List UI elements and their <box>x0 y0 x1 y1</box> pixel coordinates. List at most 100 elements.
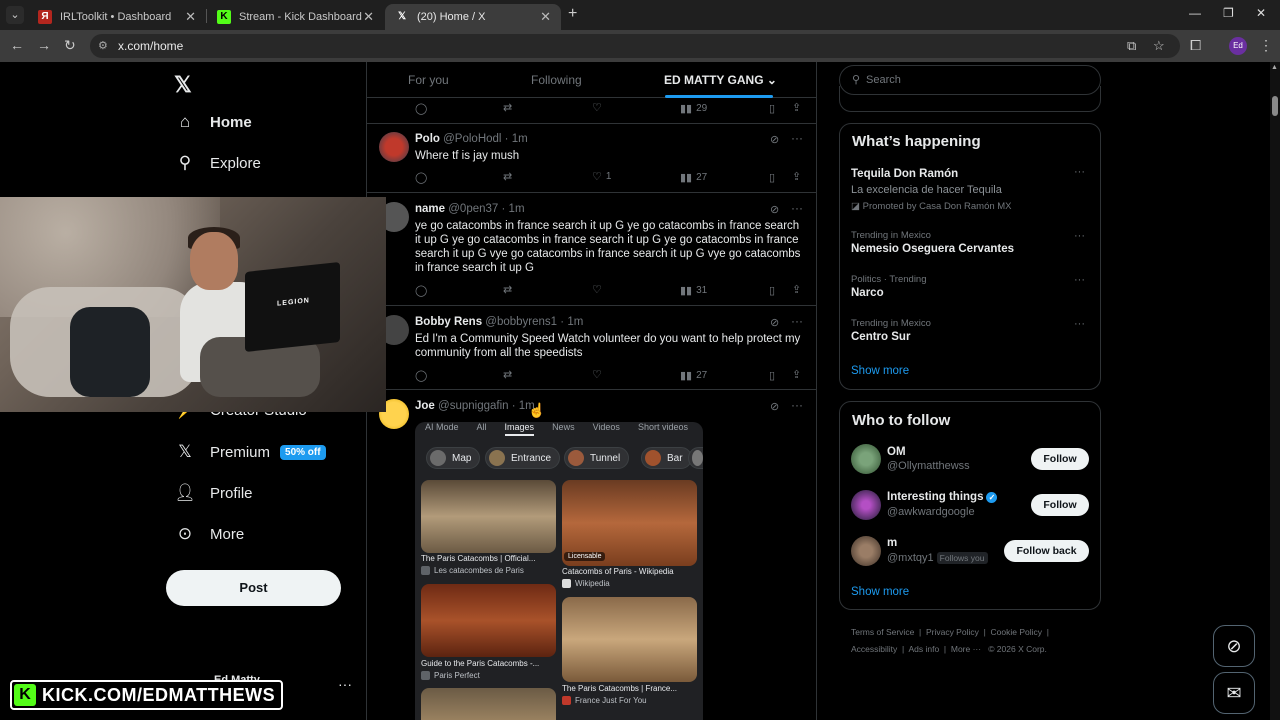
views-stat[interactable]: ▮▮ 31 <box>680 284 707 297</box>
account-more-icon[interactable]: ··· <box>338 676 352 692</box>
scrollbar-thumb[interactable] <box>1272 96 1278 116</box>
bookmark-icon[interactable]: ▯ <box>769 369 775 382</box>
grok-icon[interactable]: ⊘ <box>770 316 779 329</box>
retweet-icon[interactable]: ⇄ <box>503 170 512 183</box>
site-info-icon[interactable]: ⚙ <box>98 39 108 52</box>
maximize-icon[interactable]: ❐ <box>1223 6 1234 20</box>
trend-more-icon[interactable]: ··· <box>1074 166 1085 178</box>
nav-profile[interactable]: 👤︎ Profile <box>174 483 252 503</box>
tab-following[interactable]: Following <box>531 73 582 87</box>
reply-icon[interactable]: ◯ <box>415 171 427 184</box>
install-app-icon[interactable]: ⧉ <box>1127 38 1136 54</box>
grok-icon[interactable]: ⊘ <box>770 133 779 146</box>
retweet-icon[interactable]: ⇄ <box>503 368 512 381</box>
scrollbar[interactable] <box>1270 62 1280 720</box>
x-logo-icon[interactable]: 𝕏 <box>174 72 192 98</box>
footer-accessibility-link[interactable]: Accessibility <box>851 644 897 654</box>
tweet-author[interactable]: name <box>415 203 445 215</box>
avatar[interactable] <box>851 444 881 474</box>
trend-more-icon[interactable]: ··· <box>1074 274 1085 286</box>
suggestion-name[interactable]: Interesting things ✓ <box>887 491 998 503</box>
tweet-handle[interactable]: @PoloHodl <box>443 133 501 145</box>
tweet[interactable]: Bobby Rens @bobbyrens1 · 1m ⊘ ··· Ed I'm… <box>367 306 816 390</box>
browser-tab-kick[interactable]: K Stream - Kick Dashboard ✕ <box>207 4 384 30</box>
bookmark-icon[interactable]: ▯ <box>769 171 775 184</box>
tweet-time[interactable]: 1m <box>509 203 525 215</box>
close-tab-icon[interactable]: ✕ <box>185 9 196 25</box>
tweet-time[interactable]: 1m <box>512 133 528 145</box>
grok-icon[interactable]: ⊘ <box>770 400 779 413</box>
trend-name[interactable]: Narco <box>851 287 884 299</box>
tab-ed-matty-gang[interactable]: ED MATTY GANG ⌄ <box>664 73 777 87</box>
tweet-handle[interactable]: @supniggafin <box>438 400 509 412</box>
suggestion-handle[interactable]: @Ollymatthewss <box>887 460 970 472</box>
trends-show-more-link[interactable]: Show more <box>851 365 909 377</box>
trend-name[interactable]: Tequila Don Ramón <box>851 168 958 180</box>
footer-privacy-link[interactable]: Privacy Policy <box>926 627 979 637</box>
browser-profile-avatar[interactable]: Ed <box>1229 37 1247 55</box>
like-icon[interactable]: ♡ <box>592 368 602 381</box>
tweet-handle[interactable]: @0pen37 <box>448 203 498 215</box>
suggestion-handle[interactable]: @mxtqy1 Follows you <box>887 552 988 564</box>
follow-back-button[interactable]: Follow back <box>1004 540 1089 562</box>
trend-more-icon[interactable]: ··· <box>1074 318 1085 330</box>
share-icon[interactable]: ⇪ <box>792 101 801 114</box>
close-tab-icon[interactable]: ✕ <box>363 9 374 25</box>
grok-fab-button[interactable]: ⊘ <box>1213 625 1255 667</box>
tweet-author[interactable]: Joe <box>415 400 435 412</box>
like-icon[interactable]: ♡ <box>592 283 602 296</box>
follow-show-more-link[interactable]: Show more <box>851 586 909 598</box>
tab-for-you[interactable]: For you <box>408 73 449 87</box>
reply-icon[interactable]: ◯ <box>415 102 427 115</box>
bookmark-icon[interactable]: ▯ <box>769 284 775 297</box>
nav-home[interactable]: ⌂ Home <box>174 112 252 132</box>
bookmark-star-icon[interactable]: ☆ <box>1153 38 1165 54</box>
share-icon[interactable]: ⇪ <box>792 170 801 183</box>
tweet-time[interactable]: 1m <box>567 316 583 328</box>
trend-name[interactable]: Nemesio Oseguera Cervantes <box>851 243 1014 255</box>
close-tab-icon[interactable]: ✕ <box>540 9 551 25</box>
more-icon[interactable]: ··· <box>791 131 803 145</box>
messages-fab-button[interactable]: ✉ <box>1213 672 1255 714</box>
avatar[interactable] <box>851 490 881 520</box>
views-stat[interactable]: ▮▮ 29 <box>680 102 707 115</box>
suggestion-name[interactable]: m <box>887 537 897 549</box>
views-stat[interactable]: ▮▮ 27 <box>680 171 707 184</box>
more-icon[interactable]: ··· <box>791 314 803 328</box>
views-stat[interactable]: ▮▮ 27 <box>680 369 707 382</box>
nav-explore[interactable]: ⚲ Explore <box>174 153 261 173</box>
tweet-author[interactable]: Bobby Rens <box>415 316 482 328</box>
footer-ads-link[interactable]: Ads info <box>908 644 939 654</box>
tweet-author[interactable]: Polo <box>415 133 440 145</box>
avatar[interactable] <box>851 536 881 566</box>
tweet-handle[interactable]: @bobbyrens1 <box>485 316 557 328</box>
footer-terms-link[interactable]: Terms of Service <box>851 627 914 637</box>
reply-icon[interactable]: ◯ <box>415 284 427 297</box>
like-stat[interactable]: ♡ 1 <box>592 170 611 183</box>
bookmark-icon[interactable]: ▯ <box>769 102 775 115</box>
tab-list-button[interactable]: ⌄ <box>6 6 24 24</box>
nav-premium[interactable]: 𝕏 Premium 50% off <box>174 442 326 462</box>
share-icon[interactable]: ⇪ <box>792 283 801 296</box>
post-button[interactable]: Post <box>166 570 341 606</box>
minimize-icon[interactable]: — <box>1189 6 1201 20</box>
like-icon[interactable]: ♡ <box>592 101 602 114</box>
nav-more[interactable]: ⊙ More <box>174 524 244 544</box>
suggestion-handle[interactable]: @awkwardgoogle <box>887 506 975 518</box>
follow-button[interactable]: Follow <box>1031 494 1089 516</box>
window-close-icon[interactable]: ✕ <box>1256 6 1266 20</box>
more-icon[interactable]: ··· <box>791 201 803 215</box>
tweet[interactable]: name @0pen37 · 1m ⊘ ··· ye go catacombs … <box>367 193 816 306</box>
follow-button[interactable]: Follow <box>1031 448 1089 470</box>
browser-menu-icon[interactable]: ⋮ <box>1259 37 1273 54</box>
more-icon[interactable]: ··· <box>791 398 803 412</box>
grok-icon[interactable]: ⊘ <box>770 203 779 216</box>
extensions-icon[interactable]: ⧠ <box>1190 37 1201 54</box>
retweet-icon[interactable]: ⇄ <box>503 283 512 296</box>
avatar[interactable] <box>379 132 409 162</box>
share-icon[interactable]: ⇪ <box>792 368 801 381</box>
address-bar[interactable]: ⚙ x.com/home ⧉ ☆ <box>90 34 1180 58</box>
suggestion-name[interactable]: OM <box>887 446 906 458</box>
tweet[interactable]: Polo @PoloHodl · 1m ⊘ ··· Where tf is ja… <box>367 124 816 193</box>
new-tab-icon[interactable]: + <box>568 5 577 23</box>
